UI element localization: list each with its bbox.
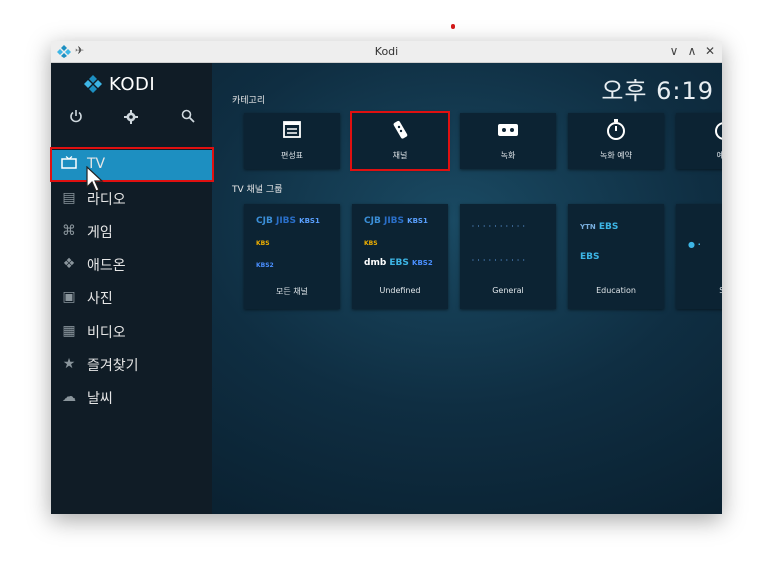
star-icon: ★ <box>62 356 76 372</box>
kodi-logo: KODI <box>83 72 155 96</box>
sidebar-item-label: 애드온 <box>87 258 126 274</box>
tile-label: Undefined <box>379 286 421 295</box>
guide-calendar-icon <box>244 119 340 141</box>
tile-label: 녹화 예약 <box>600 151 632 160</box>
kbs-logo: KBS <box>256 240 270 247</box>
tile-label: 예약 <box>716 151 722 160</box>
clock: 오후 6:19 <box>601 77 714 105</box>
cjb-logo: CJB <box>364 216 381 226</box>
sidebar-item-label: 날씨 <box>87 391 113 407</box>
kbs1-logo: KBS1 <box>299 217 320 225</box>
group-sc[interactable]: ● · Sc <box>676 204 722 309</box>
sidebar-item-pictures[interactable]: ▣ 사진 <box>51 282 212 312</box>
sidebar-item-radio[interactable]: ▤ 라디오 <box>51 183 212 213</box>
window-titlebar[interactable]: ✈ Kodi ∨ ∧ ✕ <box>51 41 722 63</box>
minimize-button[interactable]: ∨ <box>667 44 681 58</box>
search-button[interactable] <box>178 109 198 129</box>
tile-label: General <box>492 286 524 295</box>
ebs-logo: EBS <box>580 252 600 262</box>
gamepad-icon: ⌘ <box>62 223 76 239</box>
category-recordings[interactable]: 녹화 <box>460 113 556 169</box>
sidebar-item-label: 비디오 <box>87 325 126 341</box>
tile-label: Education <box>596 286 636 295</box>
weather-icon: ☁ <box>62 389 76 405</box>
radio-icon: ▤ <box>62 190 76 206</box>
highlight-box-channels <box>350 111 450 171</box>
kbs1-logo: KBS1 <box>407 217 428 225</box>
group-education[interactable]: YTN EBS EBS Education <box>568 204 664 309</box>
power-icon <box>70 110 82 123</box>
close-button[interactable]: ✕ <box>703 44 717 58</box>
tile-label: 녹화 <box>500 151 516 160</box>
sidebar-item-addons[interactable]: ❖ 애드온 <box>51 249 212 279</box>
group-general[interactable]: · · · · · · · · · · · · · · · · · · · · … <box>460 204 556 309</box>
jibs-logo: JIBS <box>275 216 297 226</box>
ebs-logo: EBS <box>598 222 619 232</box>
kodi-logo-icon <box>84 75 102 93</box>
addon-box-icon: ❖ <box>62 256 76 272</box>
categories-heading: 카테고리 <box>232 96 266 106</box>
film-icon: ▦ <box>62 323 76 339</box>
ebs-logo: EBS <box>389 258 409 268</box>
category-guide[interactable]: 편성표 <box>244 113 340 169</box>
sidebar-item-favourites[interactable]: ★ 즐겨찾기 <box>51 349 212 379</box>
maximize-button[interactable]: ∧ <box>685 44 699 58</box>
mouse-cursor-icon <box>86 166 104 192</box>
sidebar-item-weather[interactable]: ☁ 날씨 <box>51 382 212 412</box>
dmb-logo: dmb <box>364 258 387 268</box>
kbs2-logo: KBS2 <box>256 262 274 269</box>
power-button[interactable] <box>66 109 86 129</box>
kbs-logo: KBS <box>364 240 378 247</box>
sidebar-item-label: 즐겨찾기 <box>87 358 139 374</box>
group-undefined[interactable]: CJB JIBS KBS1 KBS dmb EBS KBS2 Undefined <box>352 204 448 309</box>
tile-label: 모든 채널 <box>276 287 308 296</box>
highlight-box-tv <box>50 147 214 182</box>
group-all-channels[interactable]: CJB JIBS KBS1 KBS KBS2 모든 채널 <box>244 204 340 309</box>
sidebar-item-videos[interactable]: ▦ 비디오 <box>51 316 212 346</box>
sidebar-item-label: 라디오 <box>87 192 126 208</box>
sidebar-item-label: 게임 <box>87 225 113 241</box>
tile-label: Sc <box>719 286 722 295</box>
sidebar-item-games[interactable]: ⌘ 게임 <box>51 216 212 246</box>
timer-icon <box>676 119 722 141</box>
settings-button[interactable] <box>121 109 141 129</box>
category-timers[interactable]: 녹화 예약 <box>568 113 664 169</box>
jibs-logo: JIBS <box>383 216 405 226</box>
kbs2-logo: KBS2 <box>412 259 433 267</box>
sidebar: KODI TV ▤ 라디오 ⌘ 게임 ❖ 애드온 ▣ 사진 ▦ 비디오 ★ 즐겨… <box>51 63 212 514</box>
tape-icon <box>460 119 556 141</box>
timer-icon <box>568 119 664 141</box>
kodi-logo-text: KODI <box>109 73 156 95</box>
channel-groups-heading: TV 채널 그룹 <box>232 185 283 195</box>
search-icon <box>181 109 195 123</box>
settings-gear-icon <box>124 110 138 124</box>
tile-label: 편성표 <box>280 151 304 160</box>
cjb-logo: CJB <box>256 216 273 226</box>
ytn-logo: YTN <box>580 223 596 231</box>
picture-icon: ▣ <box>62 289 76 305</box>
window-title: Kodi <box>374 45 399 58</box>
category-timer-rules[interactable]: 예약 <box>676 113 722 169</box>
red-dot-mark <box>451 24 455 29</box>
sidebar-item-label: 사진 <box>87 291 113 307</box>
